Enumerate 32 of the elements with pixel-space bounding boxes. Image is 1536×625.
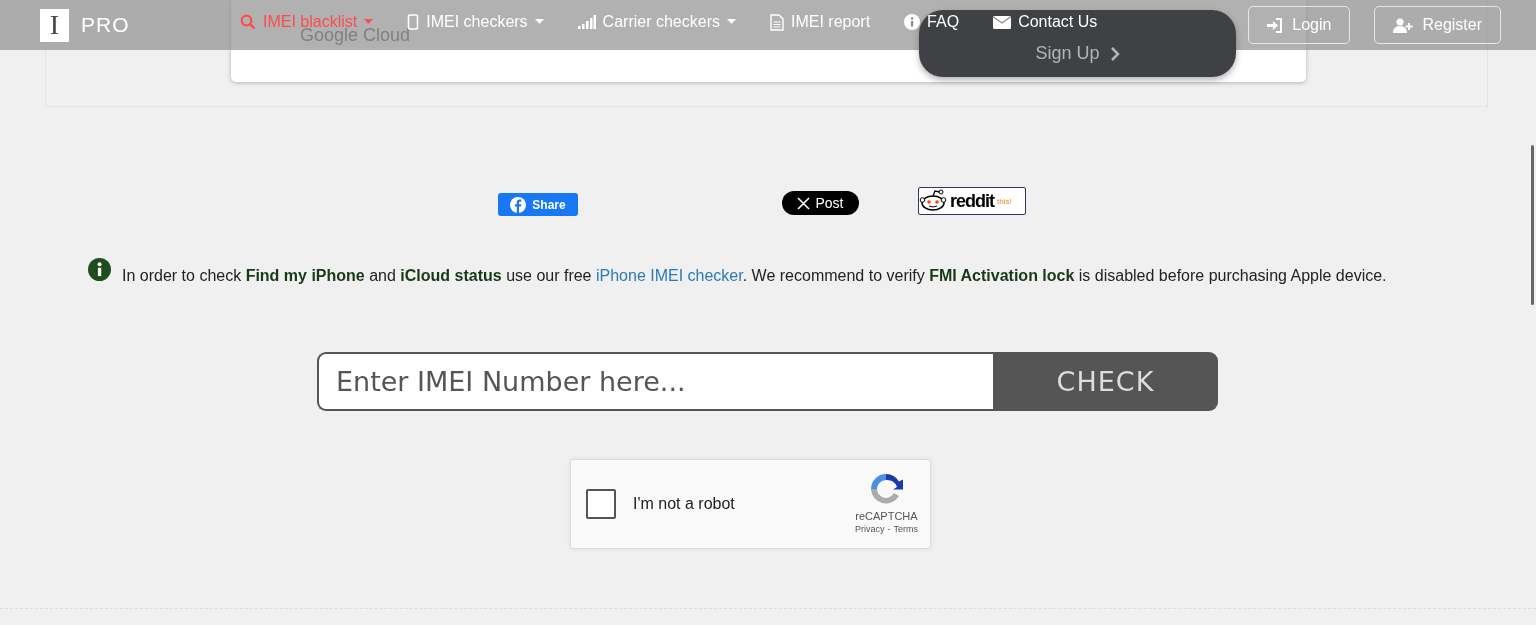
- chevron-right-icon: [1109, 46, 1120, 61]
- x-post-button[interactable]: Post: [782, 191, 859, 215]
- info-icon: [904, 14, 921, 30]
- scrollbar-thumb[interactable]: [1531, 145, 1534, 305]
- captcha-label: I'm not a robot: [633, 495, 735, 513]
- envelope-icon: [993, 15, 1012, 29]
- signal-bars-icon: [577, 15, 596, 29]
- phone-icon: [407, 14, 420, 30]
- check-button[interactable]: CHECK: [993, 352, 1218, 411]
- caret-icon: [364, 19, 374, 25]
- alien-mascot-icon: [919, 189, 949, 213]
- privacy-link[interactable]: Privacy: [855, 524, 885, 534]
- terms-link[interactable]: Terms: [893, 524, 918, 534]
- imei-input-field[interactable]: Enter IMEI Number here...: [317, 352, 993, 411]
- recaptcha-brand-text: reCAPTCHA: [855, 510, 918, 522]
- user-plus-icon: [1393, 17, 1414, 33]
- nav-link[interactable]: Contact Us: [993, 13, 1098, 31]
- x-logo-icon: [797, 196, 811, 210]
- facebook-icon: [510, 196, 527, 213]
- search-icon: [240, 14, 256, 30]
- info-icon: [88, 258, 111, 281]
- logo-icon[interactable]: I: [40, 8, 69, 42]
- sign-in-icon: [1267, 17, 1284, 33]
- caret-icon: [534, 19, 544, 25]
- document-icon: [769, 13, 784, 31]
- nav-link[interactable]: FAQ: [904, 13, 960, 31]
- facebook-share-button[interactable]: Share: [498, 193, 578, 216]
- checkbox[interactable]: [586, 489, 616, 519]
- sign-up-link[interactable]: Sign Up: [1035, 43, 1100, 64]
- iphone-imei-checker-link[interactable]: iPhone IMEI checker: [595, 267, 743, 284]
- caret-icon: [726, 19, 736, 25]
- separator-text: -: [887, 524, 891, 534]
